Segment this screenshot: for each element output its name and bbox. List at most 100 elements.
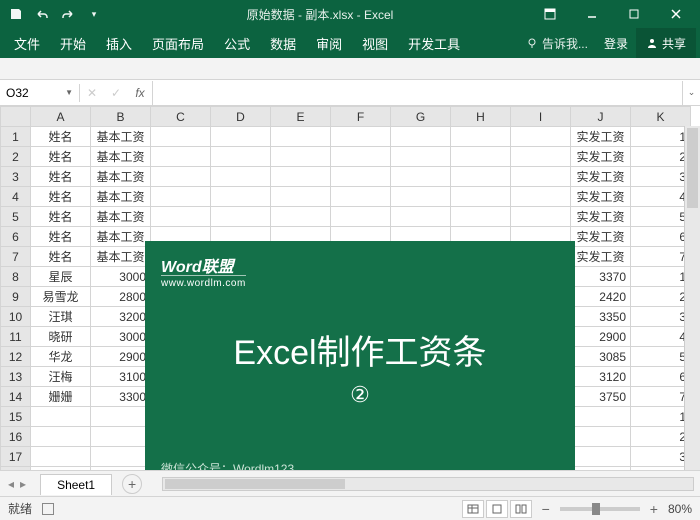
cell[interactable]: 5: [631, 207, 691, 227]
minimize-button[interactable]: [572, 0, 612, 28]
cell[interactable]: 姗姗: [31, 387, 91, 407]
cell[interactable]: 基本工资: [91, 167, 151, 187]
cell[interactable]: [271, 207, 331, 227]
ribbon-display-icon[interactable]: [530, 0, 570, 28]
cell[interactable]: 2: [631, 427, 691, 447]
cell[interactable]: 实发工资: [571, 207, 631, 227]
cell[interactable]: 3750: [571, 387, 631, 407]
cell[interactable]: [511, 147, 571, 167]
cell[interactable]: 1: [631, 127, 691, 147]
account-link[interactable]: 登录: [596, 35, 636, 52]
tab-data[interactable]: 数据: [260, 28, 306, 58]
sheet-nav-next-icon[interactable]: ▸: [20, 477, 26, 491]
horizontal-scroll-thumb[interactable]: [165, 479, 345, 489]
cell[interactable]: [331, 127, 391, 147]
cell[interactable]: [571, 467, 631, 471]
cell[interactable]: 易雪龙: [31, 287, 91, 307]
zoom-level[interactable]: 80%: [668, 502, 692, 516]
cell[interactable]: 星辰: [31, 267, 91, 287]
cell[interactable]: 4: [631, 187, 691, 207]
column-header[interactable]: J: [571, 107, 631, 127]
cell[interactable]: [151, 127, 211, 147]
sheet-nav-prev-icon[interactable]: ◂: [8, 477, 14, 491]
column-header[interactable]: A: [31, 107, 91, 127]
cell[interactable]: [331, 207, 391, 227]
cell[interactable]: 姓名: [31, 147, 91, 167]
column-header[interactable]: G: [391, 107, 451, 127]
row-header[interactable]: 6: [1, 227, 31, 247]
save-icon[interactable]: [8, 6, 24, 22]
select-all-corner[interactable]: [1, 107, 31, 127]
row-header[interactable]: 9: [1, 287, 31, 307]
cell[interactable]: 3000: [91, 267, 151, 287]
cell[interactable]: 4: [631, 327, 691, 347]
cell[interactable]: 姓名: [31, 187, 91, 207]
cell[interactable]: [391, 147, 451, 167]
tab-file[interactable]: 文件: [4, 28, 50, 58]
row-header[interactable]: 4: [1, 187, 31, 207]
cell[interactable]: 3200: [91, 307, 151, 327]
row-header[interactable]: 10: [1, 307, 31, 327]
cell[interactable]: 华龙: [31, 347, 91, 367]
cell[interactable]: [451, 127, 511, 147]
row-header[interactable]: 15: [1, 407, 31, 427]
column-header[interactable]: K: [631, 107, 691, 127]
cell[interactable]: [331, 187, 391, 207]
column-header[interactable]: E: [271, 107, 331, 127]
cell[interactable]: 汪琪: [31, 307, 91, 327]
macro-record-icon[interactable]: [42, 503, 54, 515]
cancel-formula-icon[interactable]: ✕: [80, 81, 104, 105]
tab-home[interactable]: 开始: [50, 28, 96, 58]
formula-bar-expand-icon[interactable]: ⌄: [682, 81, 700, 105]
redo-icon[interactable]: [60, 6, 76, 22]
cell[interactable]: 4: [631, 467, 691, 471]
cell[interactable]: 2900: [571, 327, 631, 347]
row-header[interactable]: 17: [1, 447, 31, 467]
cell[interactable]: [571, 447, 631, 467]
cell[interactable]: [511, 207, 571, 227]
zoom-out-icon[interactable]: −: [542, 501, 550, 517]
cell[interactable]: [511, 187, 571, 207]
cell[interactable]: [571, 407, 631, 427]
cell[interactable]: 3120: [571, 367, 631, 387]
page-layout-view-icon[interactable]: [486, 500, 508, 518]
cell[interactable]: 实发工资: [571, 167, 631, 187]
formula-input[interactable]: [153, 91, 682, 95]
cell[interactable]: 姓名: [31, 247, 91, 267]
zoom-handle[interactable]: [592, 503, 600, 515]
cell[interactable]: 3300: [91, 387, 151, 407]
row-header[interactable]: 7: [1, 247, 31, 267]
qat-dropdown-icon[interactable]: ▾: [86, 6, 102, 22]
cell[interactable]: [391, 187, 451, 207]
sheet-tab-active[interactable]: Sheet1: [40, 474, 112, 495]
cell[interactable]: 汪梅: [31, 367, 91, 387]
cell[interactable]: 基本工资: [91, 187, 151, 207]
tab-developer[interactable]: 开发工具: [398, 28, 470, 58]
cell[interactable]: 实发工资: [571, 247, 631, 267]
tab-page-layout[interactable]: 页面布局: [142, 28, 214, 58]
cell[interactable]: [451, 147, 511, 167]
cell[interactable]: [31, 467, 91, 471]
cell[interactable]: 3350: [571, 307, 631, 327]
cell[interactable]: 姓名: [31, 127, 91, 147]
vertical-scroll-thumb[interactable]: [687, 128, 698, 208]
cell[interactable]: 姓名: [31, 207, 91, 227]
cell[interactable]: 2: [631, 147, 691, 167]
cell[interactable]: [331, 147, 391, 167]
cell[interactable]: [391, 167, 451, 187]
cell[interactable]: 实发工资: [571, 127, 631, 147]
cell[interactable]: 3370: [571, 267, 631, 287]
cell[interactable]: [151, 187, 211, 207]
column-header[interactable]: D: [211, 107, 271, 127]
cell[interactable]: 2: [631, 287, 691, 307]
cell[interactable]: [31, 447, 91, 467]
row-header[interactable]: 3: [1, 167, 31, 187]
cell[interactable]: [151, 167, 211, 187]
tab-view[interactable]: 视图: [352, 28, 398, 58]
cell[interactable]: 基本工资: [91, 227, 151, 247]
normal-view-icon[interactable]: [462, 500, 484, 518]
cell[interactable]: [151, 147, 211, 167]
cell[interactable]: [271, 147, 331, 167]
cell[interactable]: 3000: [91, 327, 151, 347]
cell[interactable]: [91, 467, 151, 471]
